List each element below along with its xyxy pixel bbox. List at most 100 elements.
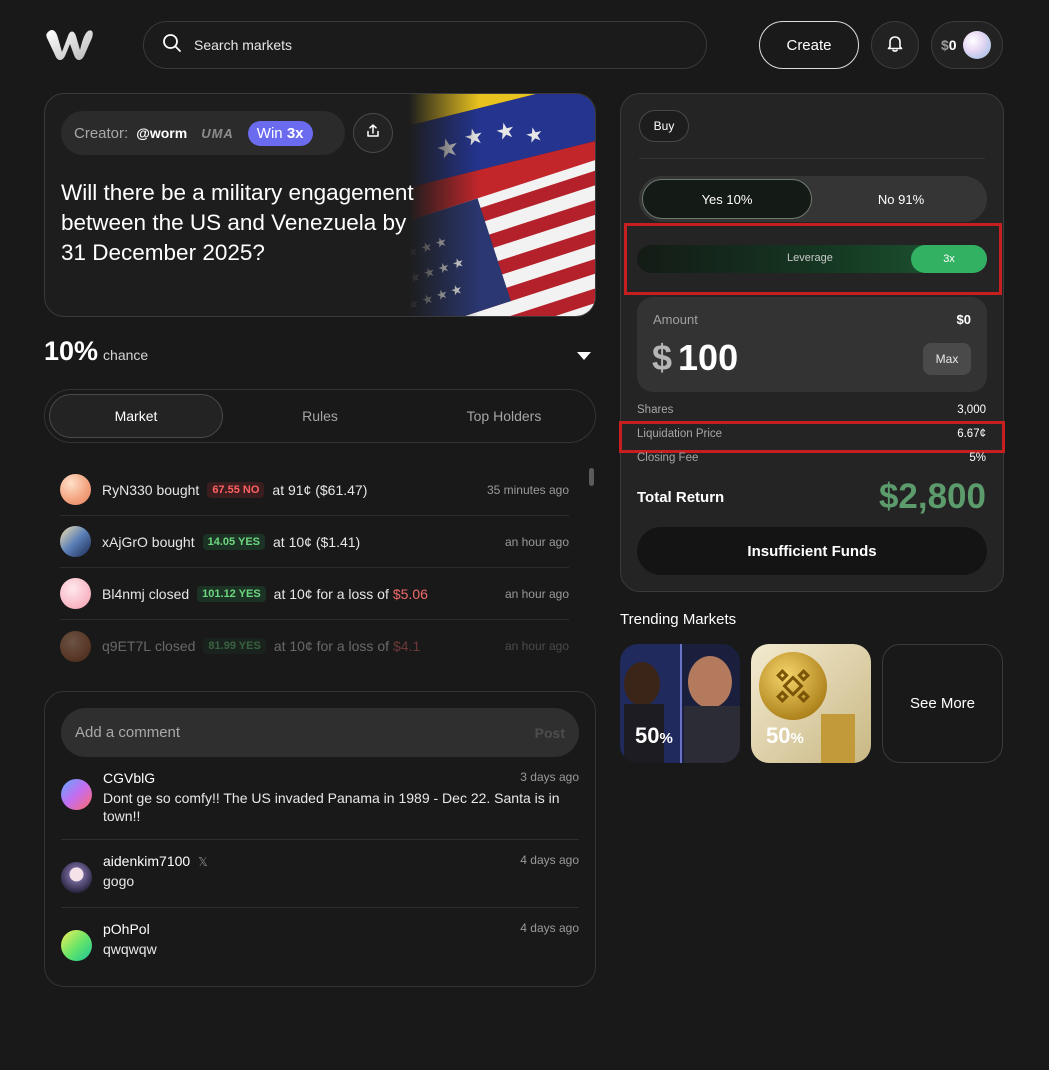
trending-card[interactable]: 50% [751,644,871,763]
trending-title: Trending Markets [620,611,737,628]
divider [639,158,985,159]
feed-scrollbar[interactable] [589,468,594,486]
comment-author[interactable]: pOhPol [103,921,579,937]
total-return-row: Total Return $2,800 [637,477,986,517]
avatar[interactable] [60,578,91,609]
tab-rules[interactable]: Rules [233,394,407,438]
see-more-button[interactable]: See More [882,644,1003,763]
submit-trade-button[interactable]: Insufficient Funds [637,527,987,575]
comment-input[interactable] [75,724,535,741]
creator-name[interactable]: @worm [136,125,187,141]
avatar[interactable] [61,862,92,893]
comment-text: qwqwqw [103,941,157,957]
max-button[interactable]: Max [923,343,971,375]
comment-time: 4 days ago [520,921,579,935]
uma-oracle-logo: UMA [201,125,234,141]
share-button[interactable] [353,113,393,153]
amount-label: Amount [653,312,698,327]
activity-feed: RyN330 bought 67.55 NO at 91¢ ($61.47) 3… [60,464,569,672]
comment-item: CGVblG Dont ge so comfy!! The US invaded… [61,757,579,840]
comment-text: gogo [103,873,135,889]
bell-icon [885,33,905,58]
search-input[interactable] [194,37,674,53]
buy-tab[interactable]: Buy [639,110,689,142]
leverage-handle[interactable]: 3x [911,245,987,273]
shares-label: Shares [637,404,674,416]
activity-user[interactable]: q9ET7L [102,638,151,654]
chevron-down-icon[interactable] [576,348,592,366]
activity-time: 35 minutes ago [486,482,569,497]
post-button[interactable]: Post [535,725,565,741]
activity-detail: at 10¢ for a loss of [273,585,389,602]
share-icon [365,123,381,144]
avatar[interactable] [61,930,92,961]
market-tabs: Market Rules Top Holders [44,389,596,443]
create-button[interactable]: Create [759,21,859,69]
amount-field[interactable]: Amount $0 $100 Max [637,297,987,392]
closing-fee-row: Closing Fee 5% [637,452,986,464]
comment-composer: Post [61,708,579,757]
amount-value[interactable]: $100 [652,337,738,379]
total-return-value: $2,800 [878,477,986,516]
comment-author-row: aidenkim7100 𝕏 [103,853,579,869]
x-icon[interactable]: 𝕏 [198,855,208,869]
tab-market[interactable]: Market [49,394,223,438]
activity-user[interactable]: xAjGrO [102,534,148,550]
liquidation-value: 6.67¢ [957,428,986,440]
shares-row: Shares 3,000 [637,404,986,416]
closing-fee-label: Closing Fee [637,452,699,464]
comment-author[interactable]: CGVblG [103,770,579,786]
liquidation-label: Liquidation Price [637,428,723,440]
activity-user[interactable]: RyN330 [102,482,153,498]
comments-panel: Post CGVblG Dont ge so comfy!! The US in… [44,691,596,987]
avatar[interactable] [60,474,91,505]
chance-value: 10% [44,336,99,366]
shares-badge: 67.55 NO [207,481,265,498]
shares-value: 3,000 [957,404,986,416]
avatar[interactable] [60,630,91,662]
chance-display: 10% chance [44,336,148,367]
trending-card-percent: 50% [766,723,804,748]
comment-text: Dont ge so comfy!! The US invaded Panama… [103,790,560,824]
search-icon [162,33,182,58]
activity-user[interactable]: Bl4nmj [102,586,145,602]
wallet-balance: $0 [941,37,957,53]
notifications-button[interactable] [871,21,919,69]
activity-time: an hour ago [504,534,569,549]
trade-panel: Buy Yes 10% No 91% Leverage 3x Amount $0… [619,93,1005,592]
activity-detail: at 10¢ for a loss of [273,638,389,654]
comment-time: 4 days ago [520,853,579,867]
loss-amount: $4.1 [393,638,421,654]
chance-label: chance [103,347,149,363]
activity-detail: at 10¢ ($1.41) [273,533,361,550]
creator-label: Creator: [74,124,129,142]
list-item: xAjGrO bought 14.05 YES at 10¢ ($1.41) a… [60,516,569,568]
user-avatar[interactable] [962,31,991,59]
liquidation-row: Liquidation Price 6.67¢ [637,428,986,440]
leverage-slider[interactable]: Leverage 3x [637,245,987,273]
wallet-button[interactable]: $0 [931,21,1003,69]
trending-card-percent: 50% [635,723,673,748]
search-bar[interactable] [143,21,707,69]
avatar[interactable] [61,779,92,810]
list-item: RyN330 bought 67.55 NO at 91¢ ($61.47) 3… [60,464,569,516]
comment-item: aidenkim7100 𝕏 gogo 4 days ago [61,840,579,908]
activity-detail: at 91¢ ($61.47) [272,481,368,498]
no-option[interactable]: No 91% [815,176,987,222]
market-question: Will there be a military engagement betw… [61,180,414,265]
comment-time: 3 days ago [520,770,579,784]
market-image: ★ ★ ★ ★ ★ ★ ★ ★ ★ ★ ★ ★ ★ ★ ★ ★ [409,94,595,316]
comment-author[interactable]: aidenkim7100 [103,853,190,869]
market-header-card: ★ ★ ★ ★ ★ ★ ★ ★ ★ ★ ★ ★ ★ ★ ★ ★ [44,93,596,317]
yes-option[interactable]: Yes 10% [642,179,812,219]
tab-top-holders[interactable]: Top Holders [417,394,591,438]
activity-time: an hour ago [504,586,569,601]
avatar[interactable] [60,526,91,557]
trending-card[interactable]: 50% [620,644,740,763]
creator-pill: Creator: @worm UMA Win 3x [61,111,345,155]
app-logo[interactable] [44,26,94,62]
list-item: Bl4nmj closed 101.12 YES at 10¢ for a lo… [60,568,569,620]
shares-badge: 101.12 YES [197,585,266,602]
closing-fee-value: 5% [969,452,986,464]
leverage-label: Leverage [787,252,833,264]
